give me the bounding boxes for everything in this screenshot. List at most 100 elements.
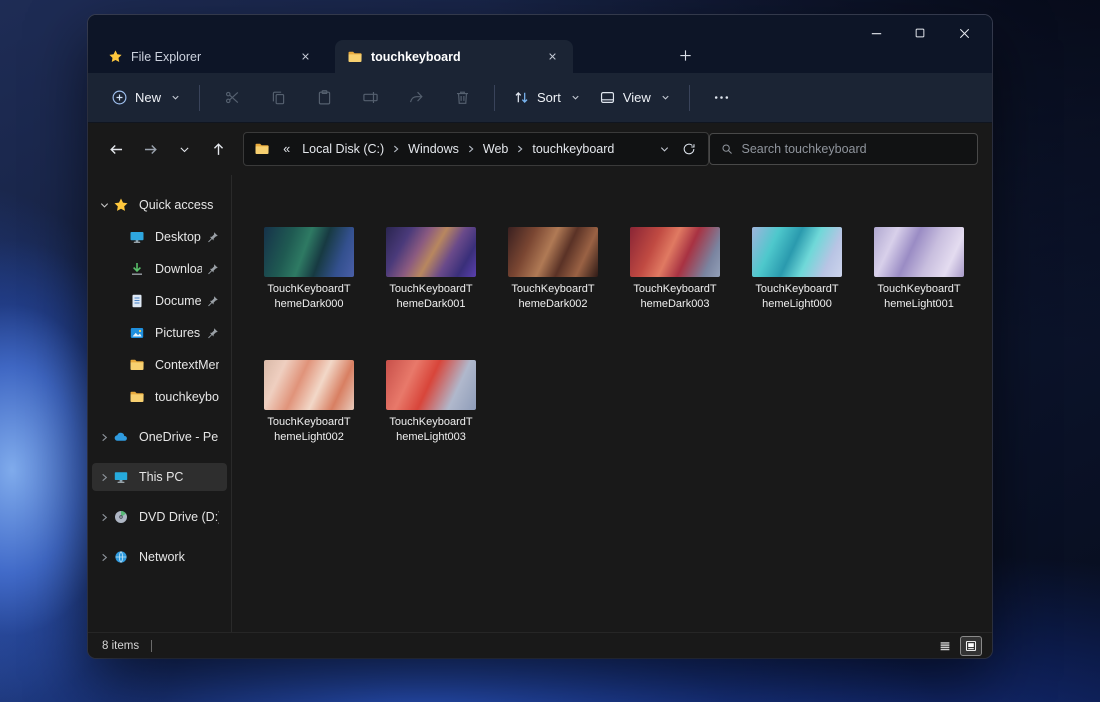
sidebar-item-downloads[interactable]: Downloads [92,255,227,283]
file-thumbnail [264,360,354,410]
file-name: TouchKeyboardThemeDark003 [631,282,719,312]
view-button-label: View [623,90,651,105]
tab-label: touchkeyboard [371,50,533,64]
recent-locations-button[interactable] [170,134,200,164]
tab-close-icon[interactable] [294,46,316,68]
view-button[interactable]: View [590,82,680,113]
minimize-button[interactable] [854,18,898,48]
chevron-right-icon[interactable] [96,512,112,523]
new-button[interactable]: New [102,82,190,113]
file-thumbnail [386,360,476,410]
sidebar-item-label: Network [139,550,219,564]
sidebar-item-touchkeyboard[interactable]: touchkeyboard [92,383,227,411]
sidebar-item-quick-access[interactable]: Quick access [92,191,227,219]
address-dropdown-button[interactable] [653,140,676,159]
sidebar-item-label: This PC [139,470,219,484]
star-icon [112,197,130,213]
sidebar-item-network[interactable]: Network [92,543,227,571]
up-button[interactable] [203,134,233,164]
download-icon [128,261,146,277]
file-item[interactable]: TouchKeyboardThemeLight000 [740,227,854,312]
chevron-right-icon[interactable] [96,432,112,443]
back-button[interactable] [102,134,132,164]
forward-button[interactable] [136,134,166,164]
folder-icon [128,389,146,405]
copy-button[interactable] [261,82,295,114]
file-item[interactable]: TouchKeyboardThemeLight001 [862,227,976,312]
search-icon [720,142,734,156]
sidebar-item-label: OneDrive - Personal [139,430,219,444]
file-name: TouchKeyboardThemeLight000 [753,282,841,312]
close-button[interactable] [942,18,986,48]
sidebar-item-this-pc[interactable]: This PC [92,463,227,491]
sidebar-item-documents[interactable]: Documents [92,287,227,315]
breadcrumb-windows[interactable]: Windows [402,138,465,160]
sidebar-item-label: Downloads [155,262,202,276]
cloud-icon [112,429,130,445]
file-thumbnail [508,227,598,277]
sidebar-item-label: DVD Drive (D:) CCCO [139,510,219,524]
new-tab-button[interactable] [672,42,698,68]
pc-icon [112,469,130,485]
picture-icon [128,325,146,341]
chevron-right-icon [514,144,526,154]
address-row: « Local Disk (C:) Windows Web touchkeybo… [88,123,992,175]
file-name: TouchKeyboardThemeLight003 [387,415,475,445]
chevron-down-icon[interactable] [96,200,112,211]
more-options-button[interactable] [705,82,739,114]
share-button[interactable] [399,82,433,114]
address-bar[interactable]: « Local Disk (C:) Windows Web touchkeybo… [243,132,708,166]
sidebar-item-pictures[interactable]: Pictures [92,319,227,347]
search-box[interactable] [709,133,978,165]
file-explorer-window: File Explorer touchkeyboard [88,15,992,658]
file-item[interactable]: TouchKeyboardThemeDark002 [496,227,610,312]
file-list-area[interactable]: TouchKeyboardThemeDark000 TouchKeyboardT… [231,175,992,632]
sidebar-item-desktop[interactable]: Desktop [92,223,227,251]
sidebar-item-contextmenucust[interactable]: ContextMenuCust [92,351,227,379]
breadcrumb-local-disk[interactable]: Local Disk (C:) [296,138,390,160]
details-view-button[interactable] [934,636,956,656]
tab-close-icon[interactable] [541,46,563,68]
delete-button[interactable] [445,82,479,114]
plus-circle-icon [111,89,128,106]
file-item[interactable]: TouchKeyboardThemeDark000 [252,227,366,312]
file-item[interactable]: TouchKeyboardThemeDark001 [374,227,488,312]
search-input[interactable] [742,142,967,156]
disc-icon [112,509,130,525]
window-body: Quick access Desktop Downloads [88,175,992,632]
pin-icon [206,295,219,308]
star-icon [108,49,123,64]
paste-button[interactable] [307,82,341,114]
tab-touchkeyboard[interactable]: touchkeyboard [335,40,573,73]
folder-icon [347,49,363,65]
window-controls [854,18,986,48]
desktop-icon [128,229,146,245]
file-item[interactable]: TouchKeyboardThemeDark003 [618,227,732,312]
sidebar-item-label: ContextMenuCust [155,358,219,372]
cut-button[interactable] [215,82,249,114]
large-thumbnails-view-button[interactable] [960,636,982,656]
breadcrumb-web[interactable]: Web [477,138,514,160]
breadcrumb-overflow[interactable]: « [277,138,296,160]
folder-icon [254,141,270,157]
file-item[interactable]: TouchKeyboardThemeLight002 [252,360,366,445]
pin-icon [206,231,219,244]
file-thumbnail [386,227,476,277]
command-toolbar: New Sort [88,73,992,123]
chevron-right-icon[interactable] [96,552,112,563]
sort-button[interactable]: Sort [504,82,590,113]
file-item[interactable]: TouchKeyboardThemeLight003 [374,360,488,445]
toolbar-divider [494,85,495,111]
sidebar-item-onedrive[interactable]: OneDrive - Personal [92,423,227,451]
refresh-button[interactable] [676,138,702,160]
tab-file-explorer[interactable]: File Explorer [96,40,326,73]
chevron-down-icon [660,92,671,103]
view-toggles [934,636,982,656]
rename-button[interactable] [353,82,387,114]
chevron-down-icon [170,92,181,103]
sidebar-item-dvd-drive[interactable]: DVD Drive (D:) CCCO [92,503,227,531]
chevron-right-icon [465,144,477,154]
breadcrumb-touchkeyboard[interactable]: touchkeyboard [526,138,620,160]
chevron-right-icon[interactable] [96,472,112,483]
maximize-button[interactable] [898,18,942,48]
